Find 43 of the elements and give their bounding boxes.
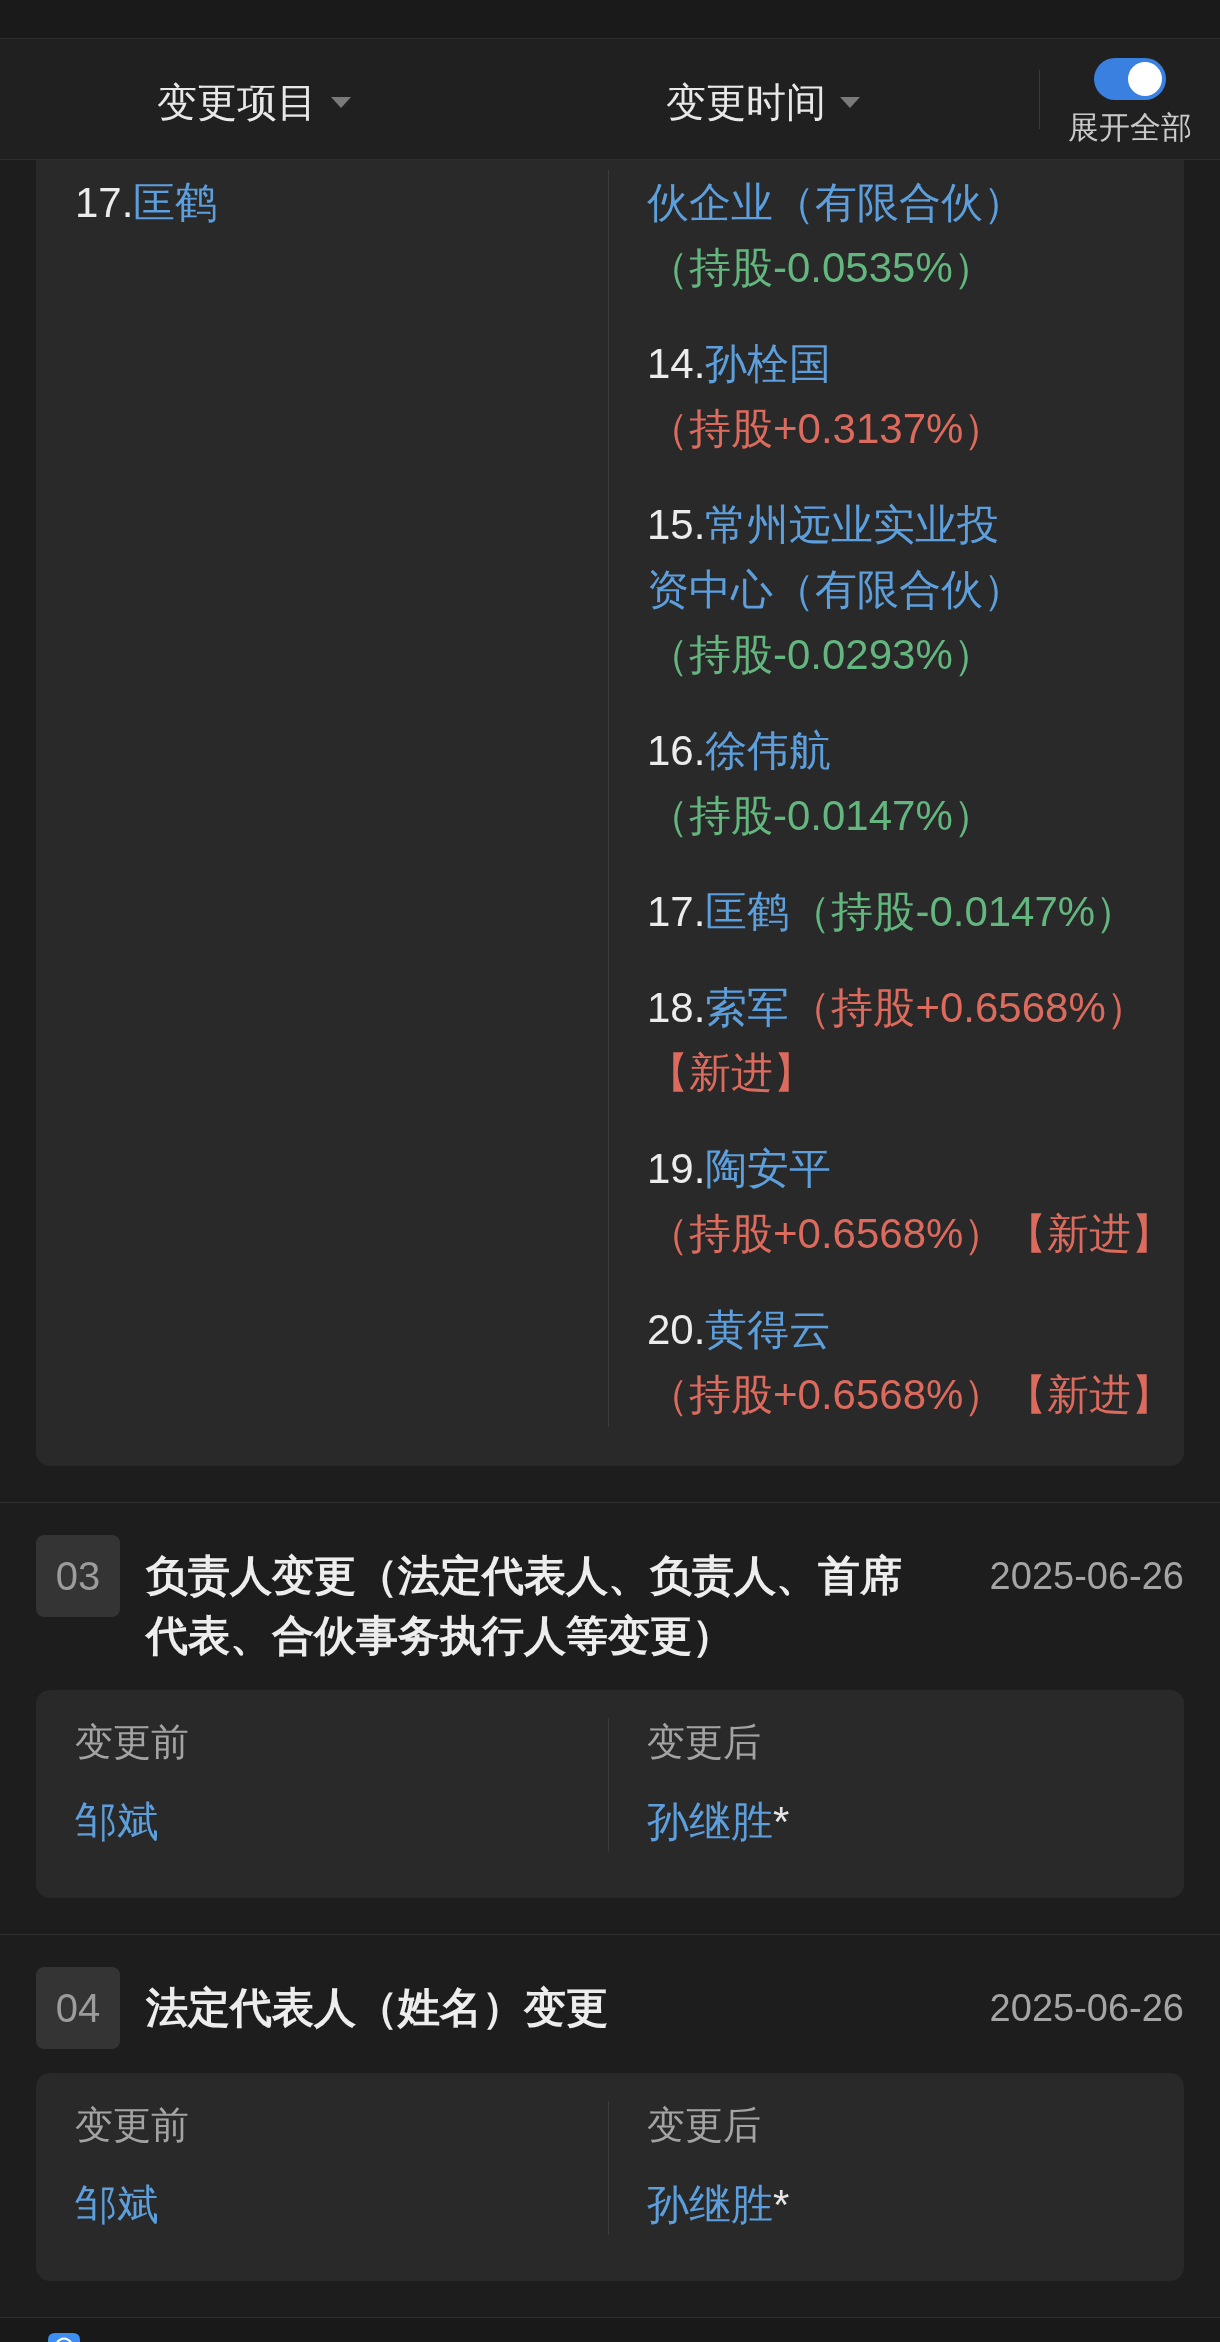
shareholder-link[interactable]: 15.常州远业实业投资中心（有限合伙） [647,492,1032,622]
footnote-mark: * [773,1798,790,1845]
column-label: 变更前 [75,1720,190,1765]
person-link[interactable]: 孙继胜 [647,1798,773,1845]
footnote-mark: * [773,2181,790,2228]
shareholding-change: （持股+0.6568%） [647,1370,1006,1420]
shareholding-change: （持股+0.6568%） [647,1209,1006,1259]
section-title: 法定代表人（姓名）变更 [146,1983,609,2033]
new-entry-text: 【新进】 [1005,1209,1174,1259]
shareholding-change: （持股+0.3137%） [647,404,1006,454]
shareholding-change: （持股+0.6568%） [789,983,1148,1033]
shareholder-link[interactable]: 19.陶安平 [647,1136,832,1201]
new-entry-text: 【新进】 [647,1048,815,1098]
shareholding-change: （持股-0.0293%） [647,630,995,680]
shareholding-change: （持股-0.0147%） [789,887,1138,937]
change-date: 2025-06-26 [989,1986,1184,2031]
column-label: 变更前 [75,2103,190,2148]
shareholder-link[interactable]: 18.索军 [647,975,790,1040]
caret-down-icon [331,96,352,108]
change-date: 2025-06-26 [989,1554,1184,1599]
column-label: 变更后 [647,2103,762,2148]
shareholder-link[interactable]: 16.徐伟航 [647,718,832,783]
caret-down-icon [839,96,860,108]
shareholder-link[interactable]: 17.匡鹤 [647,879,790,944]
shareholder-link[interactable]: 20.黄得云 [647,1297,832,1362]
toggle-switch[interactable] [1094,58,1166,100]
section-number-badge: 03 [36,1535,120,1617]
person-link[interactable]: 孙继胜 [647,2181,773,2228]
shareholder-link[interactable]: 伙企业（有限合伙） [647,170,1025,235]
shareholding-change: （持股-0.0147%） [647,791,995,841]
column-label: 变更后 [647,1720,762,1765]
person-link[interactable]: 邹斌 [75,1798,159,1845]
shareholding-change: （持股-0.0535%） [647,243,995,293]
shareholder-link[interactable]: 14.孙栓国 [647,331,832,396]
filter-dropdown[interactable]: 变更时间 [665,72,860,132]
logo-icon [48,2333,80,2342]
section-title: 负责人变更（法定代表人、负责人、首席代表、合伙事务执行人等变更） [146,1551,903,1661]
section-number-badge: 04 [36,1967,120,2049]
filter-dropdown[interactable]: 变更项目 [157,72,352,132]
shareholder-link[interactable]: 17.匡鹤 [75,170,218,235]
toggle-label: 展开全部 [1068,110,1192,146]
new-entry-text: 【新进】 [1005,1370,1174,1420]
person-link[interactable]: 邹斌 [75,2181,159,2228]
